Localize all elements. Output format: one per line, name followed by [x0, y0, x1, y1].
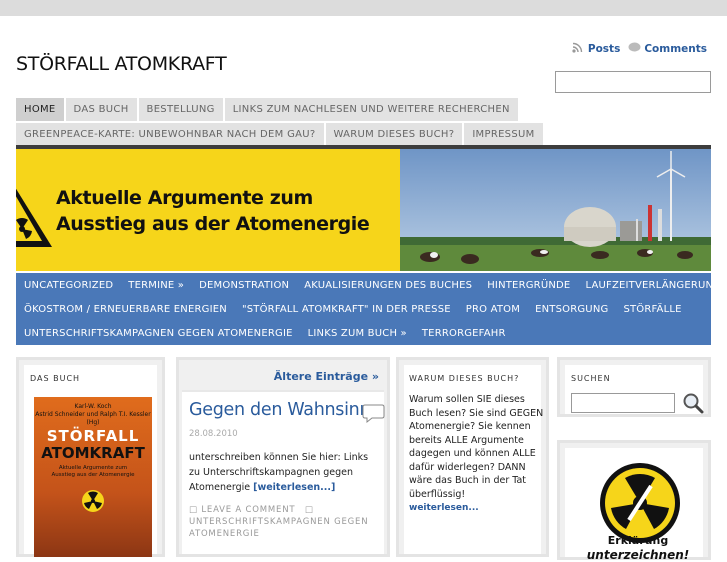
category-link-akualisierungen-des-buches[interactable]: AKUALISIERUNGEN DES BUCHES [304, 280, 472, 291]
category-link-laufzeitverlängerung[interactable]: LAUFZEITVERLÄNGERUNG [585, 280, 721, 291]
feed-links: Posts Comments [572, 42, 707, 55]
primary-nav-row: HOME DAS BUCH BESTELLUNG LINKS ZUM NACHLESE… [16, 98, 711, 121]
header-search-input[interactable] [555, 71, 711, 93]
category-link-demonstration[interactable]: DEMONSTRATION [199, 280, 289, 291]
category-link-störfall-atomkraft-in-der-presse[interactable]: "STÖRFALL ATOMKRAFT" IN DER PRESSE [242, 304, 451, 315]
post-category-link[interactable]: UNTERSCHRIFTSKAMPAGNEN GEGEN ATOMENERGIE [189, 517, 368, 539]
leave-comment-link[interactable]: LEAVE A COMMENT [201, 505, 295, 515]
category-link-entsorgung[interactable]: ENTSORGUNG [535, 304, 608, 315]
why-widget-text: Warum sollen SIE dieses Buch lesen? Sie … [409, 394, 544, 500]
nav-tab-home[interactable]: HOME [16, 98, 64, 121]
anti-nuclear-badge-icon[interactable] [599, 462, 681, 544]
category-link-ökostrom-erneuerbare-energien[interactable]: ÖKOSTROM / ERNEUERBARE ENERGIEN [24, 304, 227, 315]
petition-text-line-1: Erklärung [607, 534, 669, 547]
book-cover[interactable]: Karl-W. Koch Astrid Schneider und Ralph … [34, 397, 152, 557]
posts-column: Ältere Einträge » Gegen den Wahnsinn 28.… [176, 357, 390, 557]
book-widget-title: DAS BUCH [30, 374, 81, 383]
nav-tab-warum-dieses-buch[interactable]: WARUM DIESES BUCH? [325, 123, 463, 146]
category-link-links-zum-buch[interactable]: LINKS ZUM BUCH » [308, 328, 407, 339]
category-nav-row: UNCATEGORIZED TERMINE » DEMONSTRATION AKUAL… [16, 273, 721, 297]
category-link-uncategorized[interactable]: UNCATEGORIZED [24, 280, 113, 291]
top-gray-bar [0, 0, 727, 16]
power-plant-photo [400, 149, 711, 271]
banner-yellow-panel [16, 149, 400, 271]
category-link-terrorgefahr[interactable]: TERRORGEFAHR [422, 328, 506, 339]
post-title[interactable]: Gegen den Wahnsinn [189, 400, 371, 420]
category-link-störfälle[interactable]: STÖRFÄLLE [623, 304, 681, 315]
primary-nav-row: GREENPEACE-KARTE: UNBEWOHNBAR NACH DEM G… [16, 123, 711, 146]
site-title[interactable]: STÖRFALL ATOMKRAFT [16, 53, 227, 75]
comments-feed-label: Comments [644, 43, 707, 55]
petition-widget-inner: Erklärung unterzeichnen! [565, 448, 703, 562]
book-widget: DAS BUCH Karl-W. Koch Astrid Schneider u… [16, 357, 165, 557]
nav-tab-impressum[interactable]: IMPRESSUM [464, 123, 543, 146]
why-widget: WARUM DIESES BUCH? Warum sollen SIE dies… [396, 357, 549, 557]
comment-bubble-icon[interactable] [362, 402, 386, 424]
search-icon[interactable] [682, 392, 704, 414]
post-entry: Gegen den Wahnsinn 28.08.2010 unterschre… [182, 390, 387, 554]
read-more-link[interactable]: [weiterlesen...] [253, 482, 335, 493]
folder-icon: □ [304, 505, 314, 515]
petition-text-line-2: unterzeichnen! [586, 548, 690, 562]
why-widget-title: WARUM DIESES BUCH? [409, 374, 520, 383]
banner-line-2: Ausstieg aus der Atomenergie [56, 213, 370, 235]
search-widget-inner: SUCHEN [565, 365, 704, 414]
why-widget-inner: WARUM DIESES BUCH? Warum sollen SIE dies… [404, 365, 543, 554]
post-meta: □ LEAVE A COMMENT □ UNTERSCHRIFTSKAMPAGN… [189, 504, 387, 540]
posts-feed-label: Posts [587, 43, 621, 55]
nav-tab-links-zum-nachlesen-und-weitere-recherchen[interactable]: LINKS ZUM NACHLESEN UND WEITERE RECHERCH… [224, 98, 518, 121]
posts-feed-link[interactable]: Posts [572, 42, 620, 55]
category-nav: UNCATEGORIZED TERMINE » DEMONSTRATION AKUAL… [16, 273, 721, 345]
banner-line-1: Aktuelle Argumente zum [56, 187, 313, 209]
category-link-unterschriftskampagnen-gegen-atomenergie[interactable]: UNTERSCHRIFTSKAMPAGNEN GEGEN ATOMENERGIE [24, 328, 293, 339]
book-cover-authors: Karl-W. Koch Astrid Schneider und Ralph … [35, 403, 151, 426]
petition-widget: Erklärung unterzeichnen! [557, 440, 711, 562]
category-link-hintergründe[interactable]: HINTERGRÜNDE [487, 280, 570, 291]
petition-text: Erklärung unterzeichnen! [573, 534, 703, 562]
nav-tab-greenpeace-karte-unbewohnbar-nach-dem-gau[interactable]: GREENPEACE-KARTE: UNBEWOHNBAR NACH DEM G… [16, 123, 324, 146]
category-nav-row: ÖKOSTROM / ERNEUERBARE ENERGIEN "STÖRFALL… [16, 297, 711, 321]
radiation-warning-icon [16, 188, 52, 247]
search-widget: SUCHEN [557, 357, 711, 417]
header-banner: Aktuelle Argumente zum Ausstieg aus der … [16, 149, 711, 271]
search-widget-title: SUCHEN [571, 374, 611, 383]
nav-tab-das-buch[interactable]: DAS BUCH [65, 98, 137, 121]
sidebar-search-input[interactable] [571, 393, 675, 413]
why-read-more-link[interactable]: weiterlesen... [409, 503, 479, 513]
book-widget-inner: DAS BUCH Karl-W. Koch Astrid Schneider u… [24, 365, 157, 557]
category-link-termine[interactable]: TERMINE » [128, 280, 184, 291]
radiation-symbol-icon [82, 490, 104, 512]
book-cover-subtitle: Aktuelle Argumente zum Ausstieg aus der … [51, 465, 135, 478]
category-link-pro-atom[interactable]: PRO ATOM [466, 304, 520, 315]
nav-tab-bestellung[interactable]: BESTELLUNG [138, 98, 223, 121]
older-entries-link[interactable]: Ältere Einträge » [274, 370, 379, 383]
post-body: unterschreiben können Sie hier: Links zu… [189, 450, 377, 495]
book-cover-title-2: ATOMKRAFT [41, 444, 145, 462]
comment-bubble-icon [628, 42, 641, 53]
book-cover-title-1: STÖRFALL [46, 427, 140, 445]
comments-feed-link[interactable]: Comments [628, 42, 707, 55]
primary-nav: HOME DAS BUCH BESTELLUNG LINKS ZUM NACHLESE… [16, 98, 711, 148]
post-date: 28.08.2010 [189, 429, 238, 439]
category-nav-row: UNTERSCHRIFTSKAMPAGNEN GEGEN ATOMENERGIE… [16, 321, 711, 345]
rss-icon [572, 42, 585, 53]
comment-icon: □ [189, 505, 198, 515]
